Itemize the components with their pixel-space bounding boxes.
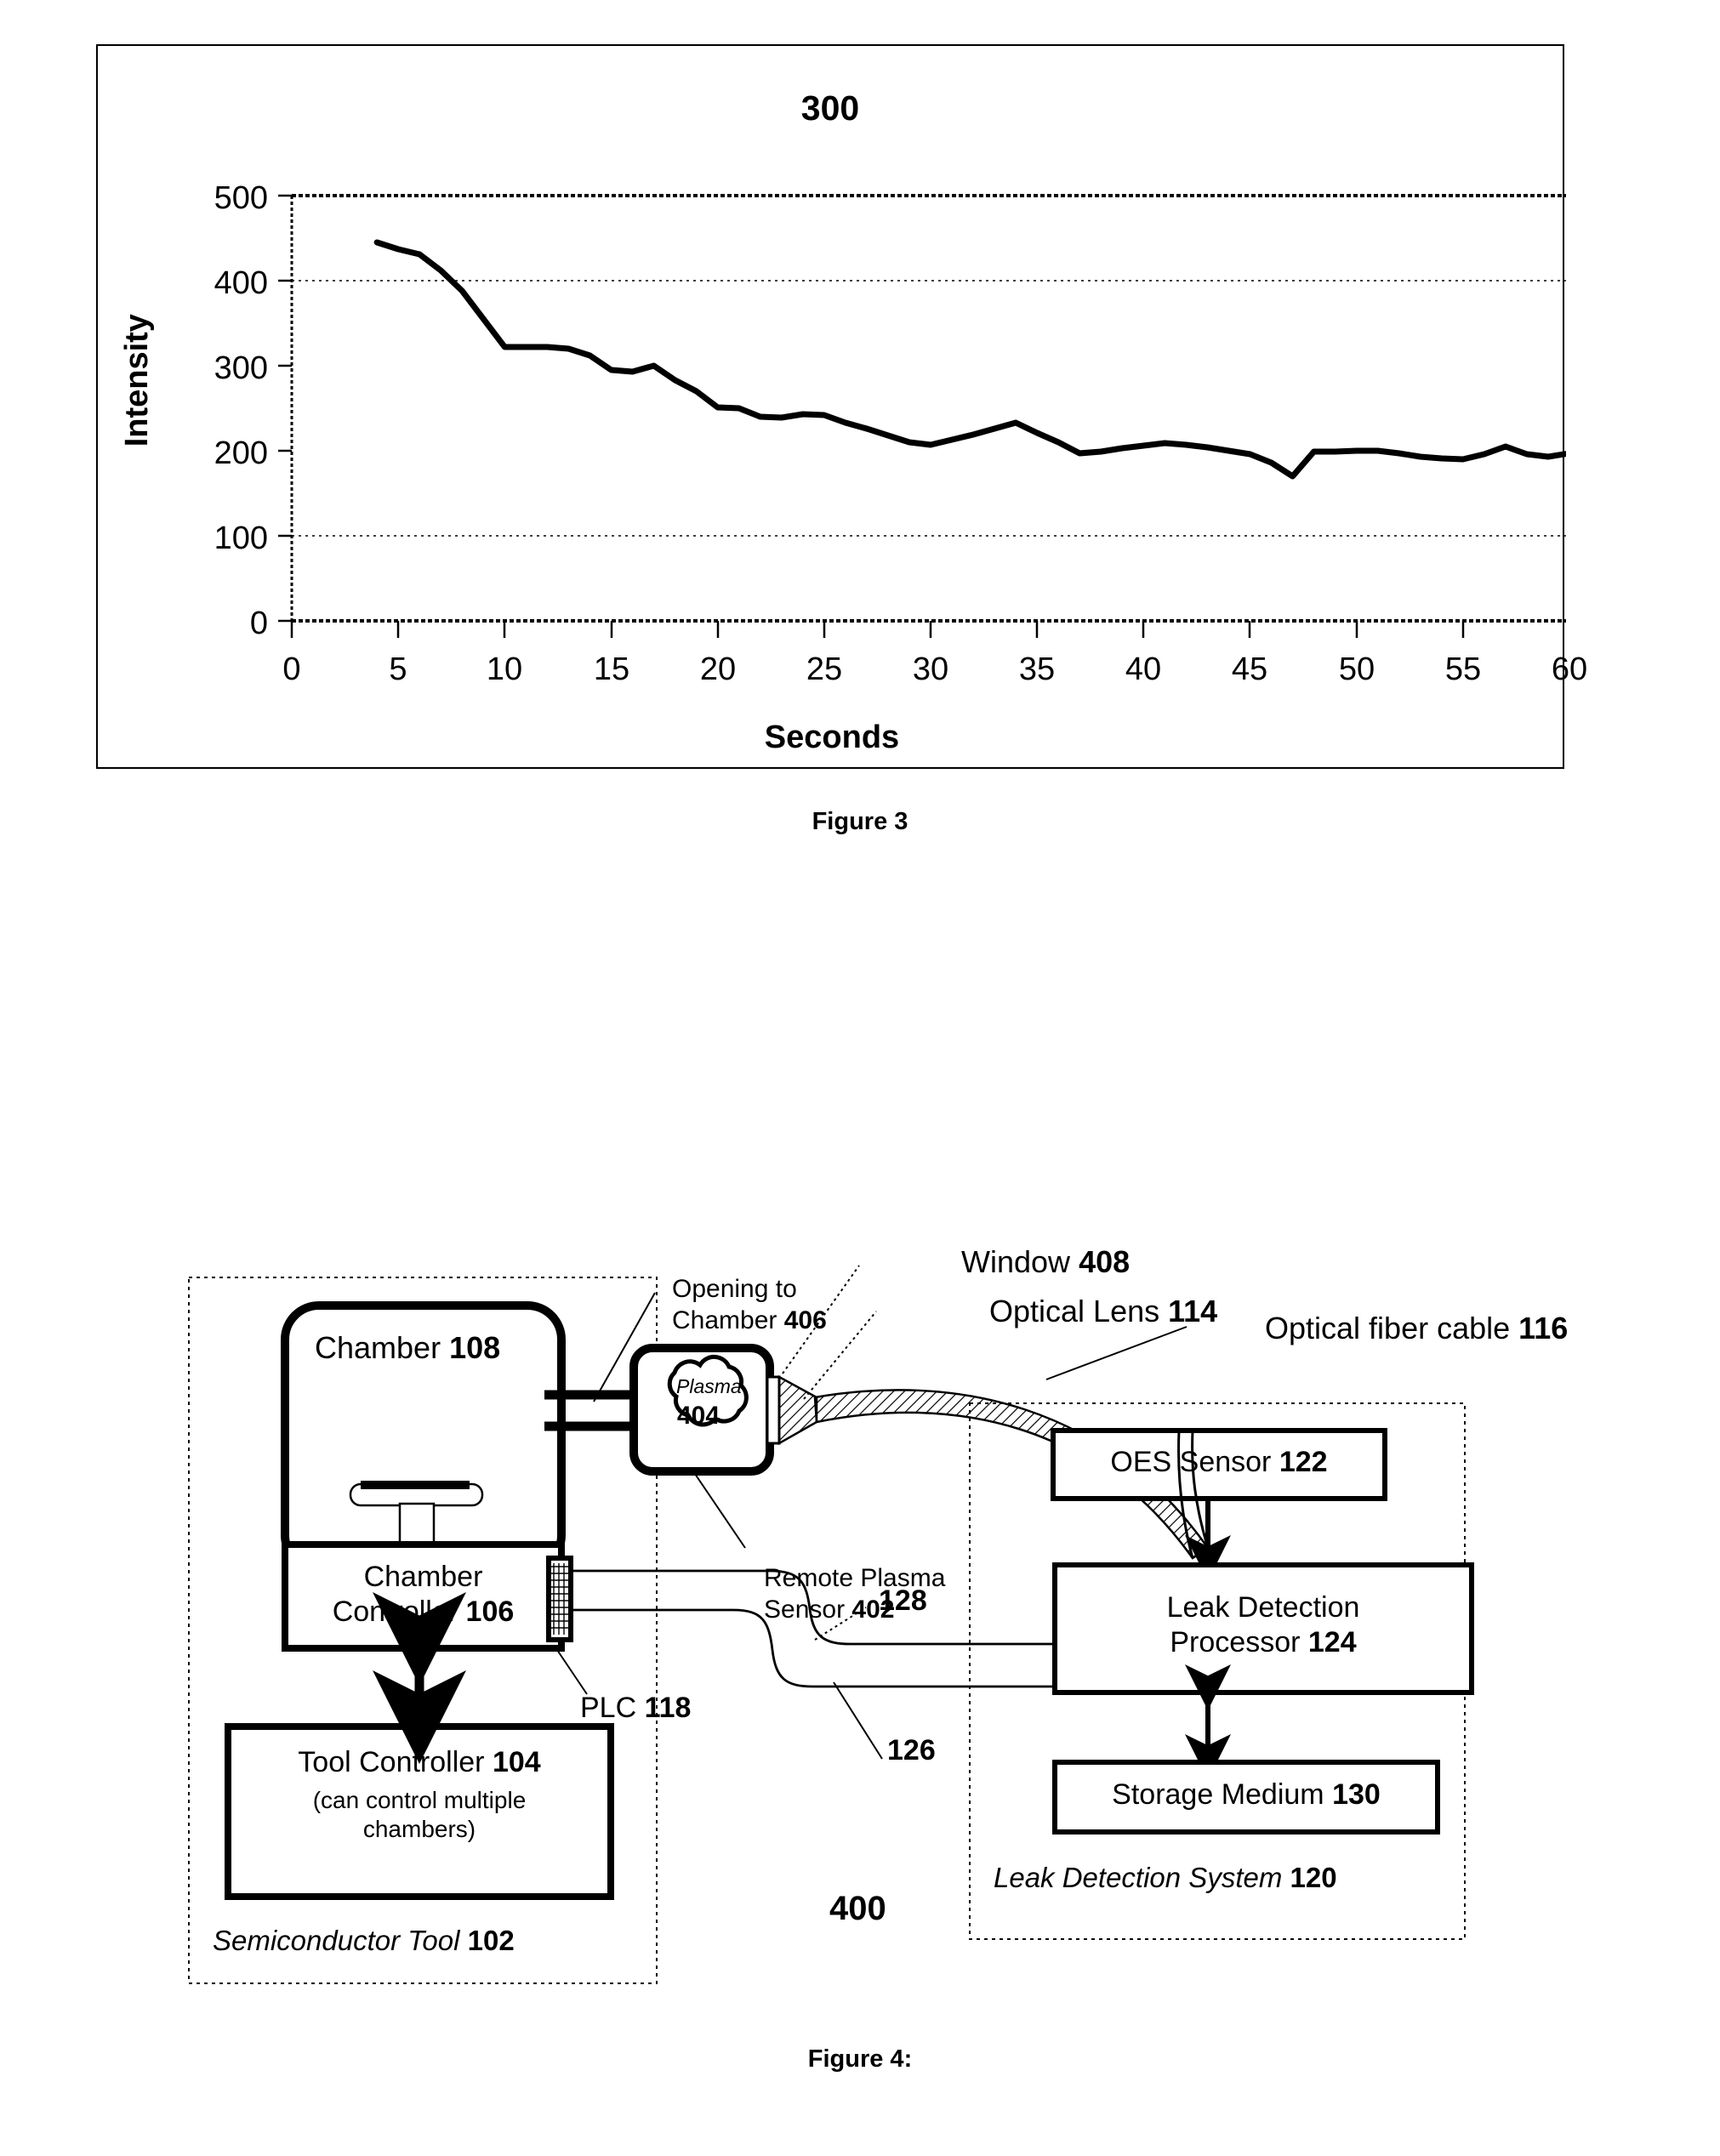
x-tick-25: 25 bbox=[806, 651, 843, 687]
leader-remote-plasma-sensor bbox=[692, 1471, 746, 1549]
figure-4-diagram: Chamber 108 Chamber Controller 106 Tool … bbox=[0, 1191, 1720, 2126]
x-tick-35: 35 bbox=[1018, 651, 1056, 687]
semiconductor-tool-label: Semiconductor Tool 102 bbox=[213, 1925, 515, 1956]
optical-lens-label: Optical Lens 114 bbox=[989, 1294, 1218, 1328]
window-element bbox=[766, 1375, 781, 1445]
leak-detection-system-label: Leak Detection System 120 bbox=[994, 1862, 1337, 1893]
leader-optical-fiber bbox=[1045, 1326, 1187, 1380]
y-axis-title: Intensity bbox=[118, 314, 155, 447]
x-tick-60: 60 bbox=[1551, 651, 1588, 687]
tool-controller-note: (can control multiple chambers) bbox=[312, 1787, 527, 1843]
plot-area bbox=[290, 194, 1566, 623]
storage-medium-label: Storage Medium 130 bbox=[1112, 1778, 1381, 1811]
y-tick-400: 400 bbox=[214, 265, 268, 301]
figure-4-caption: Figure 4: bbox=[807, 2045, 913, 2073]
x-tick-40: 40 bbox=[1125, 651, 1162, 687]
chamber-controller-label: Chamber Controller 106 bbox=[332, 1561, 515, 1629]
pedestal-stem bbox=[398, 1502, 436, 1546]
figure-3-frame: 30 0 500 400 300 200 100 0 0 5 10 15 20 2… bbox=[96, 44, 1587, 769]
plasma-ref: 404 bbox=[677, 1402, 720, 1430]
leader-plc bbox=[556, 1649, 588, 1695]
y-tick-300: 300 bbox=[214, 350, 268, 386]
x-tick-10: 10 bbox=[486, 651, 523, 687]
plasma-label: Plasma bbox=[676, 1375, 742, 1397]
x-tick-30: 30 bbox=[912, 651, 949, 687]
y-tick-0: 0 bbox=[249, 606, 268, 641]
y-tick-100: 100 bbox=[214, 521, 268, 556]
y-axis-ticks bbox=[278, 194, 292, 623]
optical-lens bbox=[777, 1374, 818, 1446]
x-tick-50: 50 bbox=[1338, 651, 1375, 687]
leak-detection-processor-label: Leak Detection Processor 124 bbox=[1166, 1591, 1360, 1659]
x-tick-45: 45 bbox=[1231, 651, 1268, 687]
window-label: Window 408 bbox=[961, 1244, 1131, 1279]
wafer bbox=[361, 1481, 470, 1489]
oes-sensor-label: OES Sensor 122 bbox=[1110, 1446, 1328, 1478]
plc-label: PLC 118 bbox=[580, 1692, 692, 1724]
link-128-label: 128 bbox=[879, 1584, 927, 1617]
figure-4-ref-number: 400 bbox=[829, 1890, 886, 1927]
y-tick-500: 500 bbox=[214, 180, 268, 216]
y-tick-200: 200 bbox=[214, 435, 268, 471]
chamber-label: Chamber 108 bbox=[315, 1330, 501, 1365]
x-tick-20: 20 bbox=[699, 651, 737, 687]
optical-fiber-cable-label: Optical fiber cable 116 bbox=[1265, 1311, 1569, 1345]
x-axis-title: Seconds bbox=[764, 720, 900, 755]
data-series-line bbox=[373, 239, 1566, 480]
x-tick-15: 15 bbox=[593, 651, 630, 687]
opening-to-chamber-label: Opening to Chamber 406 bbox=[672, 1275, 827, 1334]
x-tick-5: 5 bbox=[389, 651, 407, 687]
figure-3-caption: Figure 3 bbox=[812, 808, 908, 835]
x-axis-ticks bbox=[290, 621, 1465, 638]
tool-controller-label: Tool Controller 104 bbox=[298, 1746, 541, 1778]
leader-126 bbox=[833, 1681, 883, 1760]
link-126-label: 126 bbox=[887, 1734, 936, 1766]
x-tick-0: 0 bbox=[282, 651, 301, 687]
x-tick-55: 55 bbox=[1444, 651, 1482, 687]
